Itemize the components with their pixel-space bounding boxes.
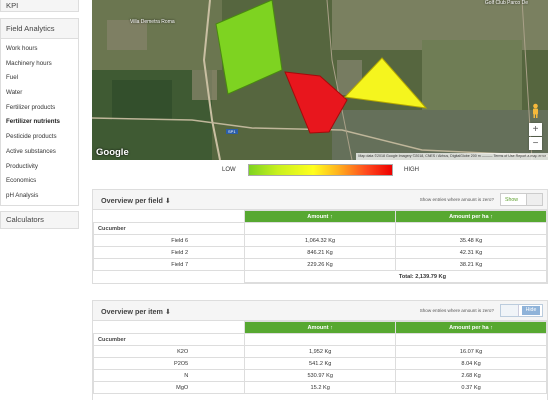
sidebar-submenu: Work hours Machinery hours Fuel Water Fe… [0,39,79,206]
hide-zero-toggle-label: Hide [522,306,540,315]
overview-per-item-title-text: Overview per item [101,307,163,316]
sidebar-item-water[interactable]: Water [1,86,78,101]
overview-per-field-table: Amount ↑ Amount per ha ↑ Cucumber Field … [92,210,547,283]
column-header-amount[interactable]: Amount ↑ [244,210,397,223]
column-header-amount[interactable]: Amount ↑ [244,321,397,334]
sidebar: KPI Field Analytics Work hours Machinery… [0,0,79,400]
show-zero-toggle[interactable]: Show [500,193,543,206]
overview-per-field-header: Overview per field ⬇ Show entries where … [93,190,547,210]
column-header-amount-per-ha[interactable]: Amount per ha ↑ [395,321,547,334]
table-row: Field 7 229.26 Kg 38.21 Kg [92,258,547,271]
row-amount-per-ha: 16.07 Kg [395,345,547,358]
total-row: Total: 2,139.79 Kg [94,270,547,283]
row-amount: 229.26 Kg [244,258,397,271]
table-row: P2O5 541.2 Kg 8.04 Kg [92,357,547,370]
overview-per-field-title[interactable]: Overview per field ⬇ [101,196,171,205]
overview-per-field-title-text: Overview per field [101,196,163,205]
sidebar-item-ph-analysis[interactable]: pH Analysis [1,189,78,204]
total-amount: Total: 2,139.79 Kg [244,270,547,283]
toggle-knob [526,194,542,205]
show-zero-label: Show entries where amount is zero? [419,308,494,313]
sidebar-calculators-label: Calculators [6,215,44,225]
sidebar-item-active-substances[interactable]: Active substances [1,145,78,160]
download-arrow-icon[interactable]: ⬇ [165,307,171,316]
sidebar-item-productivity[interactable]: Productivity [1,160,78,175]
legend-gradient-bar [248,164,393,176]
sidebar-item-work-hours[interactable]: Work hours [1,42,78,57]
row-amount-per-ha: 35.48 Kg [395,234,547,247]
column-header-amount-per-ha[interactable]: Amount per ha ↑ [395,210,547,223]
table-row: K2O 1,952 Kg 16.07 Kg [92,345,547,358]
sidebar-item-pesticide-products[interactable]: Pesticide products [1,130,78,145]
table-corner-cell [93,210,245,223]
sidebar-field-analytics-label: Field Analytics [6,24,55,33]
row-amount-per-ha: 42.31 Kg [395,246,547,259]
zoom-in-button[interactable]: + [529,123,542,136]
row-amount: 530.97 Kg [244,369,397,382]
row-field-name: Field 7 [92,258,246,271]
row-amount: 1,952 Kg [244,345,397,358]
overview-per-item-panel: Overview per item ⬇ Show entries where a… [92,300,548,400]
sidebar-kpi-label: KPI [6,1,19,10]
row-amount: 541.2 Kg [244,357,397,370]
table-row: N 530.97 Kg 2.68 Kg [92,369,547,382]
row-field-name: Field 2 [92,246,246,259]
table-corner-cell [93,321,245,334]
table-row: Field 6 1,064.32 Kg 35.48 Kg [92,234,547,247]
sidebar-item-fuel[interactable]: Fuel [1,71,78,86]
row-item-name: N [92,369,246,382]
main-content: Villa Demetra Roma Golf Club Parco De SP… [92,0,548,400]
sidebar-item-machinery-hours[interactable]: Machinery hours [1,57,78,72]
overview-per-item-table: Amount ↑ Amount per ha ↑ Cucumber K2O 1,… [92,321,547,394]
map-place-label-2: Golf Club Parco De [484,0,528,6]
row-amount: 846.21 Kg [244,246,397,259]
group-row-cell [395,333,547,346]
row-item-name: MgO [92,381,246,394]
overview-per-field-panel: Overview per field ⬇ Show entries where … [92,189,548,284]
table-row: MgO 15.2 Kg 0.37 Kg [92,381,547,394]
sidebar-field-analytics[interactable]: Field Analytics [0,18,79,39]
group-row-label: Cucumber [92,333,246,346]
group-row-cell [244,222,397,235]
row-amount-per-ha: 2.68 Kg [395,369,547,382]
row-amount: 15.2 Kg [244,381,397,394]
google-logo: Google [96,147,129,158]
street-view-pegman-icon[interactable] [531,103,540,118]
row-amount-per-ha: 38.21 Kg [395,258,547,271]
group-row-cell [395,222,547,235]
intensity-legend: LOW HIGH [92,163,548,179]
map-place-label: Villa Demetra Roma [130,19,175,25]
sidebar-calculators[interactable]: Calculators [0,210,79,229]
download-arrow-icon[interactable]: ⬇ [165,196,171,205]
row-amount: 1,064.32 Kg [244,234,397,247]
row-field-name: Field 6 [92,234,246,247]
overview-per-item-header: Overview per item ⬇ Show entries where a… [93,301,547,321]
overview-per-item-title[interactable]: Overview per item ⬇ [101,307,171,316]
hide-zero-toggle[interactable]: Hide [500,304,543,317]
group-row-cell [244,333,397,346]
sidebar-item-economics[interactable]: Economics [1,174,78,189]
row-item-name: P2O5 [92,357,246,370]
legend-low-label: LOW [222,167,236,173]
field-map[interactable]: Villa Demetra Roma Golf Club Parco De SP… [92,0,548,160]
legend-high-label: HIGH [404,167,419,173]
row-amount-per-ha: 0.37 Kg [395,381,547,394]
sidebar-kpi[interactable]: KPI [0,0,79,12]
sidebar-item-fertilizer-products[interactable]: Fertilizer products [1,101,78,116]
show-zero-label: Show entries where amount is zero? [419,197,494,202]
show-zero-toggle-label: Show [505,197,518,203]
total-row-spacer [94,271,245,283]
zoom-out-button[interactable]: − [529,137,542,150]
sidebar-item-fertilizer-nutrients[interactable]: Fertilizer nutrients [1,115,78,130]
toggle-knob [501,305,519,316]
map-attribution[interactable]: Map data ©2018 Google Imagery ©2018, CNE… [356,153,548,160]
road-badge: SP1 [226,129,238,134]
row-item-name: K2O [92,345,246,358]
table-row: Field 2 846.21 Kg 42.31 Kg [92,246,547,259]
row-amount-per-ha: 8.04 Kg [395,357,547,370]
group-row-label: Cucumber [92,222,246,235]
